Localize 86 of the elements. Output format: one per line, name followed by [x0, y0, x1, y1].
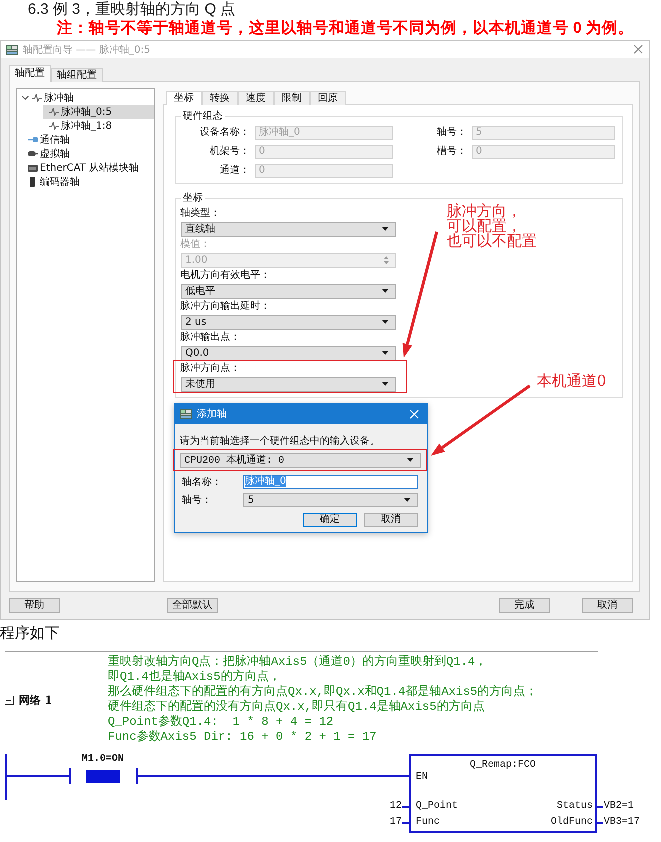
caret-icon	[382, 227, 388, 231]
window-title: 轴配置向导 —— 脉冲轴_0:5	[23, 44, 150, 56]
field-label: 脉冲输出点：	[180, 330, 242, 344]
contact-label: M1.0=ON	[82, 754, 124, 766]
caret-icon	[382, 320, 388, 324]
tree-item[interactable]: 脉冲轴_0:5	[43, 105, 154, 119]
pin-label: Status	[556, 801, 593, 813]
wizard-button[interactable]: 完成	[499, 598, 550, 613]
tab[interactable]: 速度	[238, 91, 274, 105]
dropdown[interactable]: 2 us	[180, 314, 396, 330]
app-icon	[6, 44, 18, 54]
pin-value: 17	[390, 817, 402, 829]
caret-icon	[382, 382, 388, 386]
field-label: 机架号：	[209, 145, 250, 159]
module-icon	[28, 164, 38, 172]
tree-item[interactable]: EtherCAT 从站模块轴	[17, 161, 154, 175]
tree-item[interactable]: 脉冲轴_1:8	[43, 119, 154, 133]
dialog-button[interactable]: 确定	[303, 513, 357, 527]
rung-wire	[7, 775, 69, 777]
tab[interactable]: 轴配置	[9, 65, 51, 82]
caret-icon	[382, 289, 388, 293]
wizard-button[interactable]: 全部默认	[167, 598, 218, 613]
caret-icon	[404, 498, 411, 502]
pin-value: VB2=1	[604, 801, 634, 813]
capsule-icon	[28, 151, 38, 157]
caret-icon	[382, 351, 388, 355]
pin-value: 12	[390, 801, 402, 813]
caret-icon	[406, 458, 414, 462]
field-label: 设备名称：	[199, 126, 250, 140]
pin-label: OldFunc	[550, 817, 593, 829]
dropdown[interactable]: 未使用	[180, 376, 396, 392]
comment-line: 重映射改轴方向Q点：把脉冲轴Axis5（通道0）的方向重映射到Q1.4，	[108, 655, 488, 670]
pin-label: Q_Point	[416, 801, 458, 813]
field-label: 槽号：	[436, 145, 467, 159]
section-heading: 6.3 例 3，重映射轴的方向 Q 点	[27, 0, 237, 20]
field-label: 模值：	[180, 238, 212, 250]
close-icon[interactable]	[634, 45, 643, 54]
comment-line: 那么硬件组态下的配置的有方向点Qx.x,即Qx.x和Q1.4都是轴Axis5的方向点；	[108, 685, 539, 700]
app-icon	[180, 409, 192, 419]
dropdown[interactable]: 低电平	[180, 284, 396, 298]
connector-icon	[28, 137, 38, 143]
dropdown[interactable]: Q0.0	[180, 346, 396, 360]
annotation-text: 脉冲方向， 可以配置， 也可以不配置	[447, 204, 537, 249]
tree-item[interactable]: 编码器轴	[17, 175, 154, 189]
comment-line: 即Q1.4也是轴Axis5的方向点，	[108, 670, 282, 684]
field-label: 轴名称：	[181, 476, 223, 489]
field-label: 通道：	[219, 164, 250, 178]
contact[interactable]	[69, 768, 138, 784]
tab[interactable]: 限制	[274, 91, 310, 105]
tree-item[interactable]: 脉冲轴	[17, 91, 154, 105]
dialog-title: 添加轴	[197, 408, 227, 421]
collapse-icon[interactable]	[5, 696, 17, 704]
wizard-button[interactable]: 帮助	[9, 598, 60, 613]
dialog-prompt: 请为当前轴选择一个硬件组态中的输入设备。	[180, 436, 381, 448]
field-label: 轴号：	[436, 126, 467, 140]
dropdown[interactable]: 5	[243, 493, 418, 507]
tab[interactable]: 回原	[310, 91, 346, 105]
pin-value: VB3=17	[604, 817, 640, 829]
field-label: 脉冲方向点：	[180, 362, 242, 374]
wizard-button[interactable]: 取消	[582, 598, 633, 613]
pin-label: Func	[416, 817, 440, 829]
field-label: 电机方向有效电平：	[180, 268, 272, 282]
group-title: 硬件组态	[182, 110, 224, 123]
comment-line: Q_Point参数Q1.4: 1 * 8 + 4 = 12	[108, 715, 335, 730]
tab[interactable]: 轴组配置	[51, 68, 103, 82]
comment-line: Func参数Axis5 Dir: 16 + 0 * 2 + 1 = 17	[108, 730, 378, 745]
tab[interactable]: 转换	[202, 91, 238, 105]
block-title: Q_Remap:FCO	[468, 760, 537, 772]
tab[interactable]: 坐标	[166, 91, 202, 105]
dropdown[interactable]: CPU200 本机通道: 0	[180, 452, 420, 468]
pin-label: EN	[416, 772, 428, 784]
field-label: 轴号：	[181, 494, 213, 507]
encoder-icon	[30, 177, 35, 187]
group-title: 坐标	[182, 192, 204, 205]
network-label: 网络 1	[19, 692, 52, 708]
tree-item[interactable]: 虚拟轴	[17, 147, 154, 161]
field-label: 轴类型：	[180, 206, 222, 220]
dropdown[interactable]: 直线轴	[180, 222, 396, 236]
annotation-text: 本机通道0	[537, 374, 607, 389]
chevron-icon[interactable]	[22, 96, 29, 100]
note-text: 注：轴号不等于轴通道号，这里以轴号和通道号不同为例，以本机通道号 0 为例。	[56, 20, 636, 38]
comment-line: 硬件组态下的配置的没有方向点Qx.x,即只有Q1.4是轴Axis5的方向点	[108, 700, 486, 715]
dialog-button[interactable]: 取消	[364, 513, 418, 527]
tree-item[interactable]: 通信轴	[17, 133, 154, 147]
program-heading: 程序如下	[0, 623, 61, 643]
field-label: 脉冲方向输出延时：	[180, 300, 272, 312]
